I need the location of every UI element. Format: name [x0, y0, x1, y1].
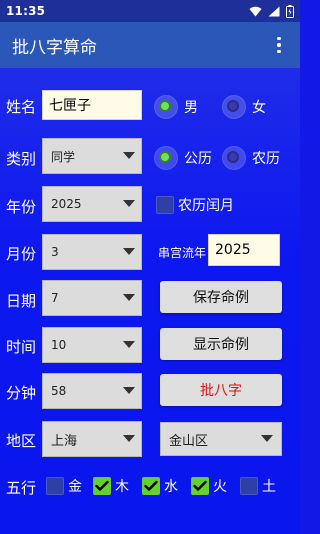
element-earth-checkbox[interactable]: 土: [240, 476, 276, 496]
dropdown-arrow-icon: [123, 387, 135, 394]
element-water-label: 水: [164, 479, 178, 495]
dropdown-arrow-icon: [123, 294, 135, 301]
gender-male-radio[interactable]: 男: [154, 95, 198, 119]
minute-value: 58: [51, 384, 67, 398]
element-fire-checkbox[interactable]: 火: [191, 476, 227, 496]
name-input[interactable]: 七匣子: [42, 90, 142, 120]
day-label: 日期: [6, 292, 37, 310]
five-elements-label: 五行: [6, 479, 37, 497]
show-case-button[interactable]: 显示命例: [160, 328, 282, 360]
app-title: 批八字算命: [12, 37, 97, 58]
name-label: 姓名: [6, 98, 37, 116]
compute-bazi-button[interactable]: 批八字: [160, 374, 282, 406]
category-select[interactable]: 同学: [42, 138, 142, 174]
district-select[interactable]: 金山区: [160, 422, 282, 456]
checkbox-unchecked-icon: [156, 196, 174, 214]
radio-checked-icon: [154, 146, 178, 170]
status-icons: [249, 4, 294, 18]
dropdown-arrow-icon: [123, 152, 135, 159]
radio-unchecked-icon: [222, 95, 246, 119]
category-value: 同学: [51, 149, 76, 164]
element-water-checkbox[interactable]: 水: [142, 476, 178, 496]
hour-select[interactable]: 10: [42, 327, 142, 363]
gender-female-radio[interactable]: 女: [222, 95, 266, 119]
month-value: 3: [51, 245, 59, 259]
year-label: 年份: [6, 198, 37, 216]
dropdown-arrow-icon: [123, 341, 135, 348]
status-bar: 11:35: [0, 0, 300, 22]
wifi-icon: [249, 6, 262, 17]
check-icon: [191, 477, 209, 495]
hour-label: 时间: [6, 338, 37, 356]
overflow-menu-icon[interactable]: [270, 33, 288, 57]
year-select[interactable]: 2025: [42, 186, 142, 222]
leap-month-label: 农历闰月: [178, 198, 234, 214]
calendar-solar-label: 公历: [184, 151, 212, 167]
check-icon: [93, 477, 111, 495]
status-time: 11:35: [6, 4, 46, 18]
element-metal-checkbox[interactable]: 金: [46, 476, 82, 496]
day-value: 7: [51, 291, 59, 305]
calendar-lunar-label: 农历: [252, 151, 280, 167]
calendar-solar-radio[interactable]: 公历: [154, 146, 212, 170]
minute-select[interactable]: 58: [42, 373, 142, 409]
save-case-button[interactable]: 保存命例: [160, 281, 282, 313]
check-icon: [142, 477, 160, 495]
minute-label: 分钟: [6, 384, 37, 402]
leap-month-checkbox[interactable]: 农历闰月: [156, 195, 234, 215]
battery-icon: [286, 4, 294, 18]
form-content: 姓名 七匣子 男 女 类别 同学 公历 农历 年份 2025 农历闰月 月份 3…: [0, 68, 300, 534]
element-metal-label: 金: [68, 479, 82, 495]
gender-male-label: 男: [184, 100, 198, 116]
district-value: 金山区: [169, 433, 209, 449]
dropdown-arrow-icon: [123, 435, 135, 442]
dropdown-arrow-icon: [123, 248, 135, 255]
signal-icon: [268, 6, 280, 17]
region-label: 地区: [6, 432, 37, 450]
radio-unchecked-icon: [222, 146, 246, 170]
checkbox-unchecked-icon: [46, 477, 64, 495]
month-select[interactable]: 3: [42, 234, 142, 270]
element-wood-label: 木: [115, 479, 129, 495]
palace-year-label: 串宫流年: [158, 246, 207, 260]
province-value: 上海: [51, 433, 78, 449]
element-fire-label: 火: [213, 479, 227, 495]
app-bar: 批八字算命: [0, 22, 300, 68]
month-label: 月份: [6, 245, 37, 263]
element-earth-label: 土: [262, 479, 276, 495]
gender-female-label: 女: [252, 100, 266, 116]
hour-value: 10: [51, 338, 67, 352]
day-select[interactable]: 7: [42, 280, 142, 316]
element-wood-checkbox[interactable]: 木: [93, 476, 129, 496]
palace-year-input[interactable]: 2025: [208, 234, 280, 266]
dropdown-arrow-icon: [123, 200, 135, 207]
year-value: 2025: [51, 197, 82, 211]
category-label: 类别: [6, 150, 37, 168]
calendar-lunar-radio[interactable]: 农历: [222, 146, 280, 170]
checkbox-unchecked-icon: [240, 477, 258, 495]
dropdown-arrow-icon: [261, 435, 273, 442]
radio-checked-icon: [154, 95, 178, 119]
province-select[interactable]: 上海: [42, 421, 142, 457]
